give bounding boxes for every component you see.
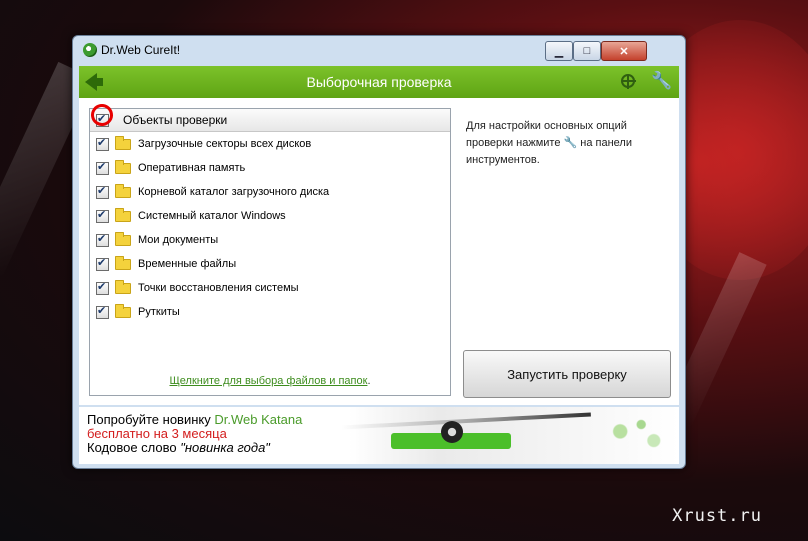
start-scan-button[interactable]: Запустить проверку — [463, 350, 671, 398]
window-title: Dr.Web CureIt! — [101, 43, 181, 57]
hint-text: Для настройки основных опций проверки на… — [466, 118, 666, 169]
katana-guard-image — [441, 421, 463, 443]
tree-item-label: Оперативная память — [138, 162, 246, 174]
checkbox[interactable] — [96, 256, 109, 271]
checkbox[interactable] — [96, 280, 109, 295]
app-window: Dr.Web CureIt! ▁ □ ✕ Выборочная проверка… — [72, 35, 686, 469]
leaves-decoration — [595, 413, 679, 459]
tree-item[interactable]: Корневой каталог загрузочного диска — [90, 180, 450, 204]
tree-item[interactable]: Временные файлы — [90, 252, 450, 276]
promo-banner[interactable]: Попробуйте новинку Dr.Web Katana бесплат… — [79, 407, 679, 464]
tree-item-label: Загрузочные секторы всех дисков — [138, 138, 312, 150]
link-suffix: . — [367, 375, 371, 387]
watermark: Xrust.ru — [672, 506, 762, 526]
tree-item-label: Системный каталог Windows — [138, 210, 286, 222]
tree-list: Загрузочные секторы всех дисков Оператив… — [90, 132, 450, 324]
folder-icon — [115, 303, 131, 318]
folder-icon — [115, 207, 131, 222]
promo-text: Попробуйте новинку Dr.Web Katana бесплат… — [87, 413, 302, 455]
tree-header-label: Объекты проверки — [123, 113, 228, 127]
tree-item-label: Корневой каталог загрузочного диска — [138, 186, 330, 198]
tree-item-label: Мои документы — [138, 234, 219, 246]
tree-item-label: Руткиты — [138, 306, 180, 318]
toolbar-title: Выборочная проверка — [306, 74, 452, 90]
wrench-icon[interactable]: 🔧 — [651, 72, 672, 90]
promo-brand: Dr.Web Katana — [214, 412, 303, 427]
folder-icon — [115, 279, 131, 294]
main-content: Объекты проверки Загрузочные секторы все… — [79, 98, 679, 405]
drweb-logo-icon — [83, 43, 97, 57]
title-bar[interactable]: Dr.Web CureIt! ▁ □ ✕ — [73, 36, 685, 66]
select-files-link[interactable]: Щелкните для выбора файлов и папок — [169, 375, 367, 387]
tree-item[interactable]: Загрузочные секторы всех дисков — [90, 132, 450, 156]
checkbox[interactable] — [96, 184, 109, 199]
checkbox[interactable] — [96, 136, 109, 151]
tree-item[interactable]: Мои документы — [90, 228, 450, 252]
tree-item-label: Временные файлы — [138, 258, 237, 270]
toolbar: Выборочная проверка 🔧 — [79, 66, 679, 98]
folder-icon — [115, 231, 131, 246]
tree-item[interactable]: Оперативная память — [90, 156, 450, 180]
promo-line1: Попробуйте новинку — [87, 412, 211, 427]
promo-codeword: "новинка года" — [180, 440, 270, 455]
maximize-button[interactable]: □ — [573, 41, 601, 61]
checkbox[interactable] — [96, 232, 109, 247]
folder-icon — [115, 255, 131, 270]
select-files-row: Щелкните для выбора файлов и папок. — [90, 375, 450, 387]
tree-item[interactable]: Руткиты — [90, 300, 450, 324]
folder-icon — [115, 183, 131, 198]
minimize-button[interactable]: ▁ — [545, 41, 573, 61]
scan-objects-tree: Объекты проверки Загрузочные секторы все… — [89, 108, 451, 396]
checkbox[interactable] — [96, 160, 109, 175]
tree-item-label: Точки восстановления системы — [138, 282, 299, 294]
tree-item[interactable]: Системный каталог Windows — [90, 204, 450, 228]
tree-item[interactable]: Точки восстановления системы — [90, 276, 450, 300]
close-button[interactable]: ✕ — [601, 41, 647, 61]
promo-line3: Кодовое слово — [87, 440, 177, 455]
promo-line2: бесплатно на 3 месяца — [87, 426, 227, 441]
folder-icon — [115, 135, 131, 150]
wrench-icon: 🔧 — [563, 137, 578, 149]
checkbox[interactable] — [96, 208, 109, 223]
folder-icon — [115, 159, 131, 174]
katana-image — [341, 412, 591, 430]
tree-header[interactable]: Объекты проверки — [90, 109, 450, 132]
checkbox[interactable] — [96, 304, 109, 319]
globe-icon[interactable] — [621, 74, 636, 89]
